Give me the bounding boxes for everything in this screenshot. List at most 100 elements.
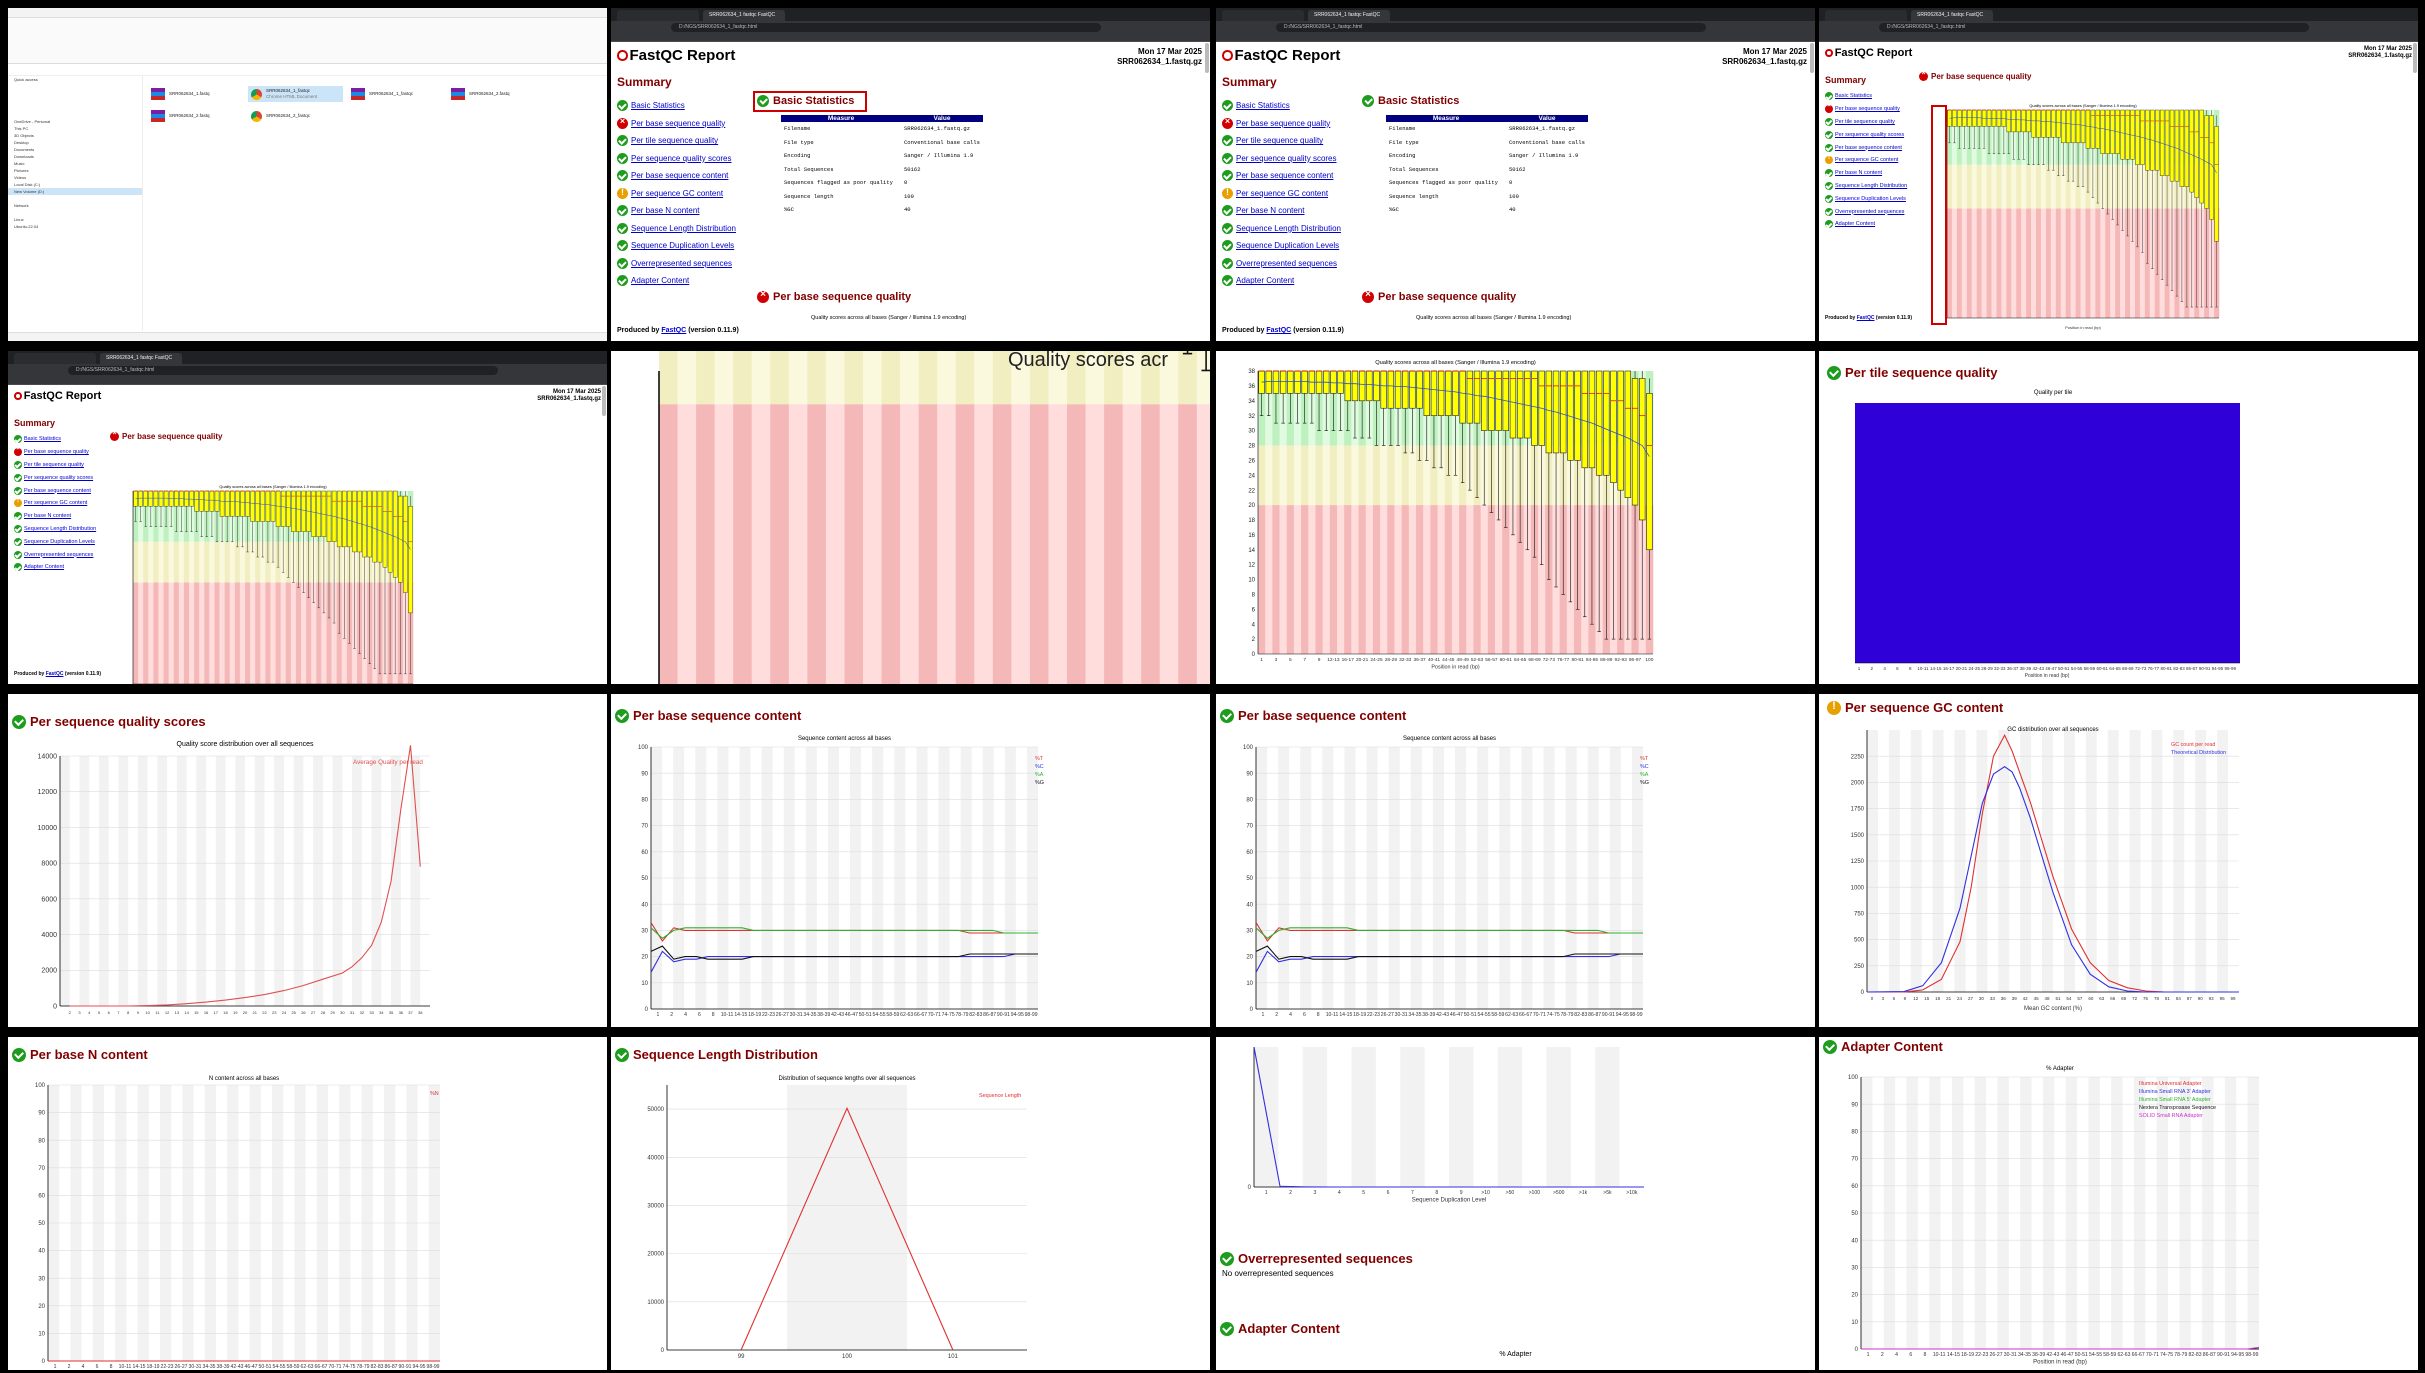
explorer-nav-item[interactable]: Documents [8,146,142,153]
summary-nav-item[interactable]: Overrepresented sequences [1222,255,1341,273]
scrollbar[interactable] [2413,43,2417,73]
summary-nav-label[interactable]: Sequence Length Distribution [1236,224,1341,233]
explorer-nav-item[interactable]: Ubuntu-22.04 [8,223,142,230]
explorer-nav-item[interactable]: Network [8,202,142,209]
browser-tab[interactable] [14,353,96,364]
explorer-nav-item[interactable]: Desktop [8,139,142,146]
browser-tab[interactable]: SRR062634_1 fastqc FastQC [100,353,182,364]
summary-nav-label[interactable]: Per sequence quality scores [1236,154,1337,163]
address-bar[interactable]: D:/NGS/SRR062634_1_fastqc.html [68,366,498,375]
explorer-file-item[interactable]: SRR062634_1_fastqc [348,86,443,102]
explorer-nav-item[interactable]: Videos [8,174,142,181]
explorer-nav-item[interactable]: Downloads [8,153,142,160]
summary-nav-item[interactable]: Sequence Length Distribution [1222,220,1341,238]
summary-nav-item[interactable]: Per sequence quality scores [1222,150,1341,168]
explorer-nav-item[interactable] [8,209,142,216]
quality-band [199,582,205,684]
address-bar[interactable]: D:/NGS/SRR062634_1_fastqc.html [1879,23,2309,32]
summary-nav-label[interactable]: Per base N content [1236,206,1304,215]
explorer-file-item[interactable]: SRR062634_2.fastq [148,108,243,124]
explorer-nav-item[interactable] [8,90,142,97]
explorer-nav-item[interactable]: Music [8,160,142,167]
summary-nav-label[interactable]: Sequence Duplication Levels [1236,241,1339,250]
summary-nav-item[interactable]: Per sequence quality scores [617,150,736,168]
summary-nav-item[interactable]: Per base sequence content [1222,167,1341,185]
explorer-file-item[interactable]: SRR062634_1.fastq [148,86,243,102]
fastqc-link[interactable]: FastQC [1266,327,1291,334]
scrollbar[interactable] [1810,43,1814,73]
summary-nav-item[interactable]: Sequence Duplication Levels [617,237,736,255]
summary-nav-item[interactable]: Per tile sequence quality [1222,132,1341,150]
x-tick-label: 7 [1303,657,1306,663]
browser-tab[interactable] [1825,10,1907,21]
explorer-nav-item[interactable]: Quick access [8,76,142,83]
summary-nav-item[interactable]: Per sequence GC content [1222,185,1341,203]
summary-nav-label[interactable]: Sequence Duplication Levels [631,241,734,250]
summary-nav-label[interactable]: Per base sequence content [1236,171,1333,180]
summary-nav-label[interactable]: Per sequence GC content [631,189,723,198]
box [224,490,230,517]
summary-nav-label[interactable]: Per sequence quality scores [631,154,732,163]
explorer-ribbon[interactable] [8,18,607,64]
explorer-nav-item[interactable] [8,104,142,111]
explorer-nav-item[interactable]: 3D Objects [8,132,142,139]
explorer-file-item[interactable]: SRR062634_1_fastqc Chrome HTML Document [248,86,343,102]
explorer-nav-item[interactable] [8,195,142,202]
summary-nav-item[interactable]: Per base sequence quality [1222,115,1341,133]
browser-tab[interactable]: SRR062634_1 fastqc FastQC [1911,10,1993,21]
summary-nav-item[interactable]: Per base sequence quality [617,115,736,133]
summary-nav-label[interactable]: Basic Statistics [631,101,685,110]
x-tick-label: 1 [656,1012,659,1018]
summary-nav-item[interactable]: Overrepresented sequences [617,255,736,273]
summary-nav-label[interactable]: Overrepresented sequences [1236,259,1337,268]
summary-nav-item[interactable]: Per base N content [1222,202,1341,220]
explorer-nav-item[interactable]: Linux [8,216,142,223]
explorer-nav-item[interactable] [8,111,142,118]
summary-nav-item[interactable]: Sequence Length Distribution [617,220,736,238]
explorer-nav-item[interactable] [8,83,142,90]
explorer-nav-item[interactable]: Pictures [8,167,142,174]
summary-nav-item[interactable]: Per tile sequence quality [617,132,736,150]
summary-nav-label[interactable]: Basic Statistics [1236,101,1290,110]
browser-tab[interactable]: SRR062634_1 fastqc FastQC [703,10,785,21]
quality-band [224,541,231,583]
summary-nav-label[interactable]: Per base N content [631,206,699,215]
summary-nav-label[interactable]: Overrepresented sequences [631,259,732,268]
summary-nav-label[interactable]: Per base sequence quality [631,119,725,128]
explorer-file-item[interactable]: SRR062634_2_fastqc [248,108,343,124]
explorer-nav-item[interactable]: New Volume (D:) [8,188,142,195]
sld-chart: 0 10000 20000 30000 40000 50000 Distribution o… [647,1076,1027,1360]
summary-nav-label[interactable]: Per base sequence quality [1236,119,1330,128]
explorer-nav-item[interactable]: OneDrive - Personal [8,118,142,125]
summary-nav-item[interactable]: Per base N content [617,202,736,220]
summary-nav-label[interactable]: Adapter Content [631,276,689,285]
summary-nav-label[interactable]: Per base sequence content [631,171,728,180]
summary-nav-label[interactable]: Adapter Content [1236,276,1294,285]
browser-tab[interactable]: SRR062634_1 fastqc FastQC [1308,10,1390,21]
explorer-nav-item[interactable]: This PC [8,125,142,132]
box [2041,109,2046,138]
summary-nav-item[interactable]: Per base sequence content [617,167,736,185]
summary-nav-item[interactable]: Adapter Content [617,272,736,290]
scrollbar[interactable] [1205,43,1209,73]
explorer-nav-item[interactable] [8,97,142,104]
summary-nav-item[interactable]: Per sequence GC content [617,185,736,203]
explorer-address-bar[interactable] [8,64,607,76]
scrollbar[interactable] [602,386,606,416]
summary-nav-item[interactable]: Basic Statistics [617,97,736,115]
summary-nav-item[interactable]: Adapter Content [1222,272,1341,290]
address-bar[interactable]: D:/NGS/SRR062634_1_fastqc.html [671,23,1101,32]
summary-nav-label[interactable]: Per tile sequence quality [1236,136,1323,145]
summary-nav-label[interactable]: Per sequence GC content [1236,189,1328,198]
browser-tab[interactable] [617,10,699,21]
address-bar[interactable]: D:/NGS/SRR062634_1_fastqc.html [1276,23,1706,32]
browser-tab[interactable] [1222,10,1304,21]
summary-nav-item[interactable]: Basic Statistics [1222,97,1341,115]
summary-nav-label[interactable]: Per tile sequence quality [631,136,718,145]
summary-nav-item[interactable]: Sequence Duplication Levels [1222,237,1341,255]
explorer-file-item[interactable]: SRR062634_2.fastq [448,86,543,102]
x-tick-label: 16-17 [1943,666,1955,671]
summary-nav-label[interactable]: Sequence Length Distribution [631,224,736,233]
explorer-nav-item[interactable]: Local Disk (C:) [8,181,142,188]
fastqc-link[interactable]: FastQC [661,327,686,334]
